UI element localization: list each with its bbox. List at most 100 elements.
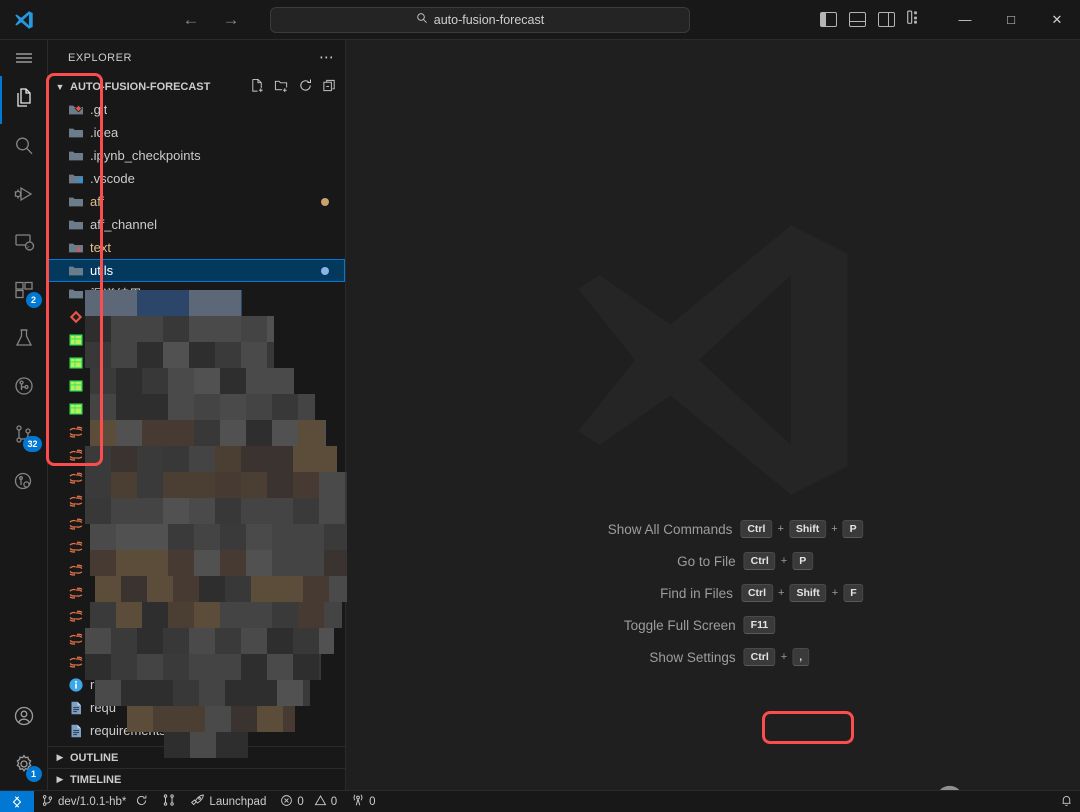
tree-file-row[interactable] [48,627,345,650]
tree-folder-row[interactable]: aff [48,190,345,213]
keybinding-key: F [843,584,864,602]
tree-file-row[interactable]: requirements.txt [48,719,345,742]
shortcut-keys: F11 [743,616,864,634]
problems-status[interactable]: 0 0 [273,791,344,812]
shortcut-row[interactable]: Show All Commands Ctrl + Shift + P [562,520,864,538]
tree-file-row[interactable] [48,351,345,374]
tree-file-row[interactable] [48,604,345,627]
activity-bar-item-testing[interactable] [0,316,48,364]
git-branch-status[interactable]: dev/1.0.1-hb* [34,791,155,812]
project-root-header[interactable]: ▼ AUTO-FUSION-FORECAST [48,76,345,98]
explorer-sidebar: EXPLORER ⋯ ▼ AUTO-FUSION-FORECAST .git .… [48,40,346,790]
file-tree[interactable]: .git .idea .ipynb_checkpoints .vscode aff aff… [48,98,345,746]
shortcut-row[interactable]: Find in Files Ctrl + Shift + F [562,584,864,602]
tree-item-label: .git [90,102,108,117]
tree-file-row[interactable]: r [48,535,345,558]
shortcut-keys: Ctrl +, [743,648,864,666]
key-separator: + [778,587,785,599]
hamburger-menu-icon[interactable] [0,40,48,76]
tree-folder-row[interactable]: .git [48,98,345,121]
minimize-button[interactable]: — [942,0,988,39]
toggle-panel-icon[interactable] [849,12,866,27]
python-icon [68,631,84,647]
activity-bar-item-manage-settings[interactable]: 1 [0,742,48,790]
tree-file-row[interactable]: rea [48,673,345,696]
tree-file-row[interactable] [48,328,345,351]
shortcut-row[interactable]: Go to File Ctrl + P [562,552,863,570]
collapse-all-icon[interactable] [322,78,337,96]
ports-status[interactable]: 0 [344,791,382,812]
shortcut-row[interactable]: Toggle Full Screen F11 [562,616,863,634]
activity-bar-item-run-and-debug[interactable] [0,172,48,220]
tree-file-row[interactable] [48,305,345,328]
tree-item-label: p [90,470,98,485]
keybinding-key: Ctrl [743,552,776,570]
git-compare-status[interactable] [155,791,183,812]
tree-item-label: .vscode [90,171,135,186]
tree-file-row[interactable]: pre [48,420,345,443]
shortcut-row[interactable]: Show Settings Ctrl +, [562,648,863,666]
gitlens-icon [12,374,36,403]
tree-folder-row[interactable]: .idea [48,121,345,144]
tree-folder-row[interactable]: 渠道结果 [48,282,345,305]
activity-bar-item-source-control[interactable]: 32 [0,412,48,460]
refresh-icon[interactable] [298,78,313,96]
key-separator: + [831,523,838,535]
new-file-icon[interactable] [250,78,265,96]
tree-file-row[interactable] [48,581,345,604]
remote-window-indicator[interactable] [0,791,34,812]
tree-folder-row[interactable]: text [48,236,345,259]
new-folder-icon[interactable] [274,78,289,96]
run-debug-icon [12,182,36,211]
python-icon [68,493,84,509]
tree-file-row[interactable]: ~$ [48,374,345,397]
folder-icon [68,286,84,302]
tree-file-row[interactable] [48,650,345,673]
shortcut-label: Find in Files [660,585,733,601]
tree-item-label: p [90,516,98,531]
toggle-secondary-sidebar-icon[interactable] [878,12,895,27]
window-controls: — □ ✕ [942,0,1080,39]
activity-bar-item-extensions[interactable]: 2 [0,268,48,316]
toggle-primary-sidebar-icon[interactable] [820,12,837,27]
maximize-button[interactable]: □ [988,0,1034,39]
activity-bar-item-explorer[interactable] [0,76,48,124]
tree-file-row[interactable]: p [48,489,345,512]
svg-text:>_: >_ [26,244,32,250]
tree-file-row[interactable] [48,558,345,581]
git-folder-icon [68,102,84,118]
timeline-section[interactable]: ▶ TIMELINE [48,768,345,790]
key-separator: + [780,651,788,663]
tree-file-row[interactable]: pr [48,443,345,466]
shortcut-keys: Ctrl + P [743,552,864,570]
tree-file-row[interactable]: p [48,466,345,489]
tree-file-row[interactable]: p [48,512,345,535]
keybinding-key: P [842,520,864,538]
tree-file-row[interactable]: ~$ [48,397,345,420]
sync-icon[interactable] [135,794,148,810]
launchpad-status[interactable]: Launchpad [183,791,273,812]
activity-bar-item-remote-explorer[interactable]: >_ [0,220,48,268]
activity-bar-item-search[interactable] [0,124,48,172]
title-bar: ← → auto-fusion-forecast — □ ✕ [0,0,1080,40]
keybinding-key: P [792,552,814,570]
tree-folder-row[interactable]: utils [48,259,345,282]
tree-folder-row[interactable]: aff_channel [48,213,345,236]
arrow-left-icon[interactable]: ← [178,7,204,33]
tree-folder-row[interactable]: .ipynb_checkpoints [48,144,345,167]
tree-item-label: requirements.txt [90,723,184,738]
activity-bar-item-gitlens[interactable] [0,364,48,412]
tree-folder-row[interactable]: .vscode [48,167,345,190]
text-file-icon [68,700,84,716]
arrow-right-icon[interactable]: → [218,7,244,33]
customize-layout-icon[interactable] [907,10,924,30]
activity-bar-item-gitlens-inspect[interactable] [0,460,48,508]
close-button[interactable]: ✕ [1034,0,1080,39]
vscode-folder-icon [68,171,84,187]
outline-section[interactable]: ▶ OUTLINE [48,746,345,768]
notifications-status[interactable] [1053,791,1080,812]
ellipsis-icon[interactable]: ⋯ [319,50,335,65]
command-center-search[interactable]: auto-fusion-forecast [270,6,690,33]
activity-bar-item-accounts[interactable] [0,694,48,742]
tree-file-row[interactable]: requ [48,696,345,719]
